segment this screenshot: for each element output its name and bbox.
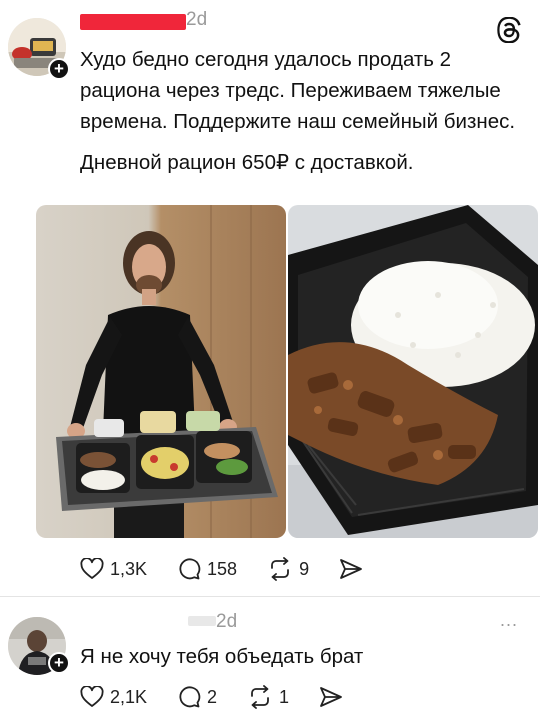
repost-button[interactable]: 9 <box>267 557 309 581</box>
reply-like-button[interactable]: 2,1K <box>80 686 147 708</box>
reply-like-count: 2,1K <box>110 686 148 707</box>
reply-repost-count: 1 <box>279 686 290 707</box>
comment-icon <box>179 686 201 708</box>
threads-logo-icon[interactable] <box>497 17 523 43</box>
post-text: Худо бедно сегодня удалось продать 2 рац… <box>80 44 530 178</box>
follow-plus-icon[interactable]: + <box>48 58 70 80</box>
comment-icon <box>179 558 201 580</box>
photo-man-tray <box>36 205 286 538</box>
comment-count: 158 <box>207 558 238 579</box>
reply-comment-count: 2 <box>207 686 218 707</box>
post-divider <box>0 596 540 597</box>
reply-follow-plus-icon[interactable]: + <box>48 652 70 674</box>
post-actions: 1,3K 158 9 <box>80 557 399 581</box>
photo-rice-container <box>288 205 538 538</box>
reply-username-redacted[interactable] <box>188 616 216 626</box>
repost-count: 9 <box>299 558 310 579</box>
reply-text: Я не хочу тебя объедать брат <box>80 645 364 668</box>
post-time: 2d <box>186 9 208 30</box>
like-count: 1,3K <box>110 558 148 579</box>
heart-icon <box>80 686 104 707</box>
comment-button[interactable]: 158 <box>177 557 237 581</box>
post-image-man-with-tray[interactable] <box>36 205 286 538</box>
post-text-line-2: Дневной рацион 650₽ с доставкой. <box>80 151 414 174</box>
reply-more-button[interactable]: ... <box>500 610 518 631</box>
share-icon <box>340 559 362 579</box>
reply-comment-button[interactable]: 2 <box>177 685 217 709</box>
reply-repost-button[interactable]: 1 <box>247 685 289 709</box>
username-redacted[interactable] <box>80 14 186 30</box>
like-button[interactable]: 1,3K <box>80 558 147 580</box>
repost-icon <box>251 685 269 709</box>
reply-time: 2d <box>216 611 238 632</box>
post-text-line-1: Худо бедно сегодня удалось продать 2 рац… <box>80 48 516 133</box>
heart-icon <box>80 558 104 579</box>
reply-share-button[interactable] <box>319 686 349 708</box>
reply-actions: 2,1K 2 1 <box>80 685 379 709</box>
share-button[interactable] <box>339 558 369 580</box>
share-icon <box>320 687 342 707</box>
post-image-rice-container[interactable] <box>288 205 538 538</box>
repost-icon <box>271 557 289 581</box>
